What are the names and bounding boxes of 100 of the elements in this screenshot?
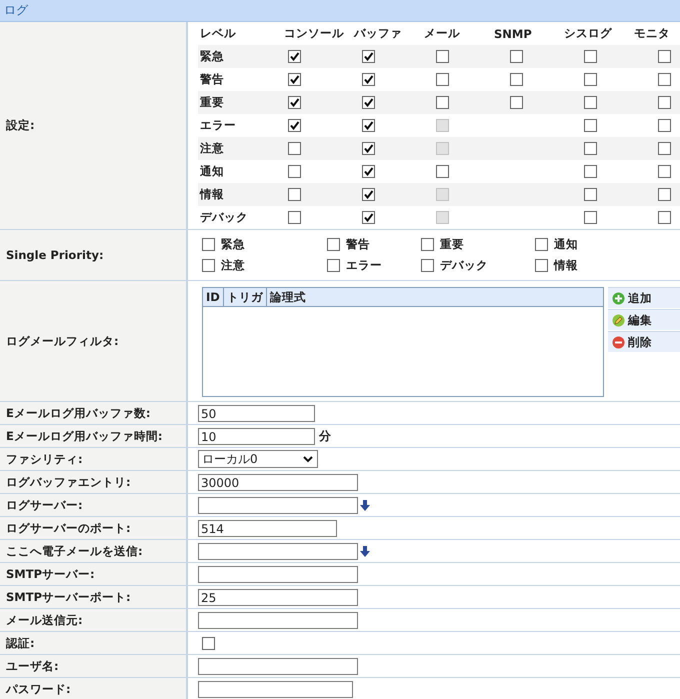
checkbox[interactable] xyxy=(658,96,671,109)
checkbox-label: 重要 xyxy=(440,237,464,252)
checkbox[interactable] xyxy=(421,259,434,272)
plus-icon xyxy=(612,292,625,304)
chevron-icon xyxy=(303,456,313,462)
column-header: SNMP xyxy=(494,26,532,40)
checkbox-label: エラー xyxy=(346,258,382,273)
down-arrow-icon[interactable] xyxy=(360,500,370,510)
checkbox[interactable] xyxy=(288,211,301,224)
checkbox[interactable] xyxy=(658,188,671,201)
checkbox[interactable] xyxy=(327,238,340,251)
checkbox[interactable] xyxy=(658,50,671,63)
checkbox[interactable] xyxy=(510,96,523,109)
checkbox[interactable] xyxy=(362,73,375,86)
input-field[interactable] xyxy=(198,496,358,514)
checkbox[interactable] xyxy=(436,165,449,178)
checkbox[interactable] xyxy=(362,96,375,109)
checkbox[interactable] xyxy=(658,165,671,178)
checkbox[interactable] xyxy=(510,73,523,86)
checkbox[interactable] xyxy=(436,50,449,63)
checkbox[interactable] xyxy=(421,238,434,251)
checkbox[interactable] xyxy=(202,259,215,272)
field-label: ユーザ名: xyxy=(6,658,59,674)
checkbox[interactable] xyxy=(658,211,671,224)
input-field[interactable]: 514 xyxy=(198,520,337,536)
level-label: 注意 xyxy=(200,141,224,156)
checkbox[interactable] xyxy=(584,96,597,109)
field-label: パスワード: xyxy=(6,682,71,696)
checkbox[interactable] xyxy=(362,188,375,201)
column-header: ID xyxy=(203,288,224,306)
checkbox[interactable] xyxy=(584,73,597,86)
input-field[interactable] xyxy=(198,680,353,698)
checkbox[interactable] xyxy=(288,119,301,132)
checkbox[interactable] xyxy=(288,188,301,201)
input-field[interactable]: 25 xyxy=(198,588,358,606)
level-label: 情報 xyxy=(200,187,224,202)
field-label: SMTPサーバー: xyxy=(6,566,95,582)
checkbox-label: 警告 xyxy=(346,237,370,252)
checkbox[interactable] xyxy=(288,96,301,109)
checkbox[interactable] xyxy=(362,50,375,63)
checkbox[interactable] xyxy=(584,142,597,155)
pencil-icon xyxy=(612,314,625,326)
field-label: Single Priority: xyxy=(6,248,104,262)
edit-button[interactable]: 編集 xyxy=(608,309,680,330)
checkbox[interactable] xyxy=(584,119,597,132)
field-label: ファシリティ: xyxy=(6,452,83,466)
checkbox[interactable] xyxy=(658,142,671,155)
checkbox[interactable] xyxy=(288,50,301,63)
input-field[interactable]: 30000 xyxy=(198,474,358,490)
checkbox[interactable] xyxy=(288,165,301,178)
input-field[interactable] xyxy=(198,566,358,582)
column-header: メール xyxy=(424,26,460,41)
input-field[interactable]: 10 xyxy=(198,428,315,444)
input-field[interactable]: 50 xyxy=(198,404,315,422)
field-label: メール送信元: xyxy=(6,612,83,628)
column-header: モニタ xyxy=(634,26,670,41)
checkbox[interactable] xyxy=(436,96,449,109)
checkbox[interactable] xyxy=(362,119,375,132)
checkbox[interactable] xyxy=(584,165,597,178)
section-title: ログ xyxy=(0,0,680,22)
checkbox[interactable] xyxy=(584,50,597,63)
level-label: 通知 xyxy=(200,164,224,179)
level-label: 緊急 xyxy=(200,49,224,64)
input-field[interactable] xyxy=(198,658,358,674)
checkbox[interactable] xyxy=(288,142,301,155)
checkbox[interactable] xyxy=(362,142,375,155)
column-header: シスログ xyxy=(564,26,612,41)
checkbox[interactable] xyxy=(202,636,215,650)
add-button[interactable]: 追加 xyxy=(608,287,680,308)
level-label: エラー xyxy=(200,118,236,133)
checkbox[interactable] xyxy=(362,165,375,178)
checkbox[interactable] xyxy=(288,73,301,86)
checkbox[interactable] xyxy=(510,50,523,63)
column-header: バッファ xyxy=(354,26,402,41)
checkbox[interactable] xyxy=(584,211,597,224)
field-label: ログサーバー: xyxy=(6,498,83,512)
field-label: ログバッファエントリ: xyxy=(6,474,131,490)
checkbox[interactable] xyxy=(658,119,671,132)
column-header: レベル xyxy=(200,26,236,41)
level-label: 警告 xyxy=(200,72,224,87)
dropdown[interactable]: ローカル0 xyxy=(198,450,318,468)
input-field[interactable] xyxy=(198,612,358,628)
checkbox[interactable] xyxy=(658,73,671,86)
checkbox[interactable] xyxy=(584,188,597,201)
checkbox[interactable] xyxy=(362,211,375,224)
checkbox[interactable] xyxy=(202,238,215,251)
down-arrow-icon[interactable] xyxy=(360,546,370,556)
column-header: 論理式 xyxy=(268,289,307,306)
level-label: デバック xyxy=(200,210,248,225)
checkbox[interactable] xyxy=(535,259,548,272)
checkbox-label: 通知 xyxy=(554,237,578,252)
checkbox[interactable] xyxy=(436,73,449,86)
field-label: Eメールログ用バッファ時間: xyxy=(6,428,162,444)
input-field[interactable] xyxy=(198,542,358,560)
checkbox-label: デバック xyxy=(440,258,488,273)
field-label: SMTPサーバーポート: xyxy=(6,590,131,604)
checkbox[interactable] xyxy=(327,259,340,272)
delete-button[interactable]: 削除 xyxy=(608,331,680,352)
checkbox[interactable] xyxy=(535,238,548,251)
unit-label: 分 xyxy=(319,428,331,444)
